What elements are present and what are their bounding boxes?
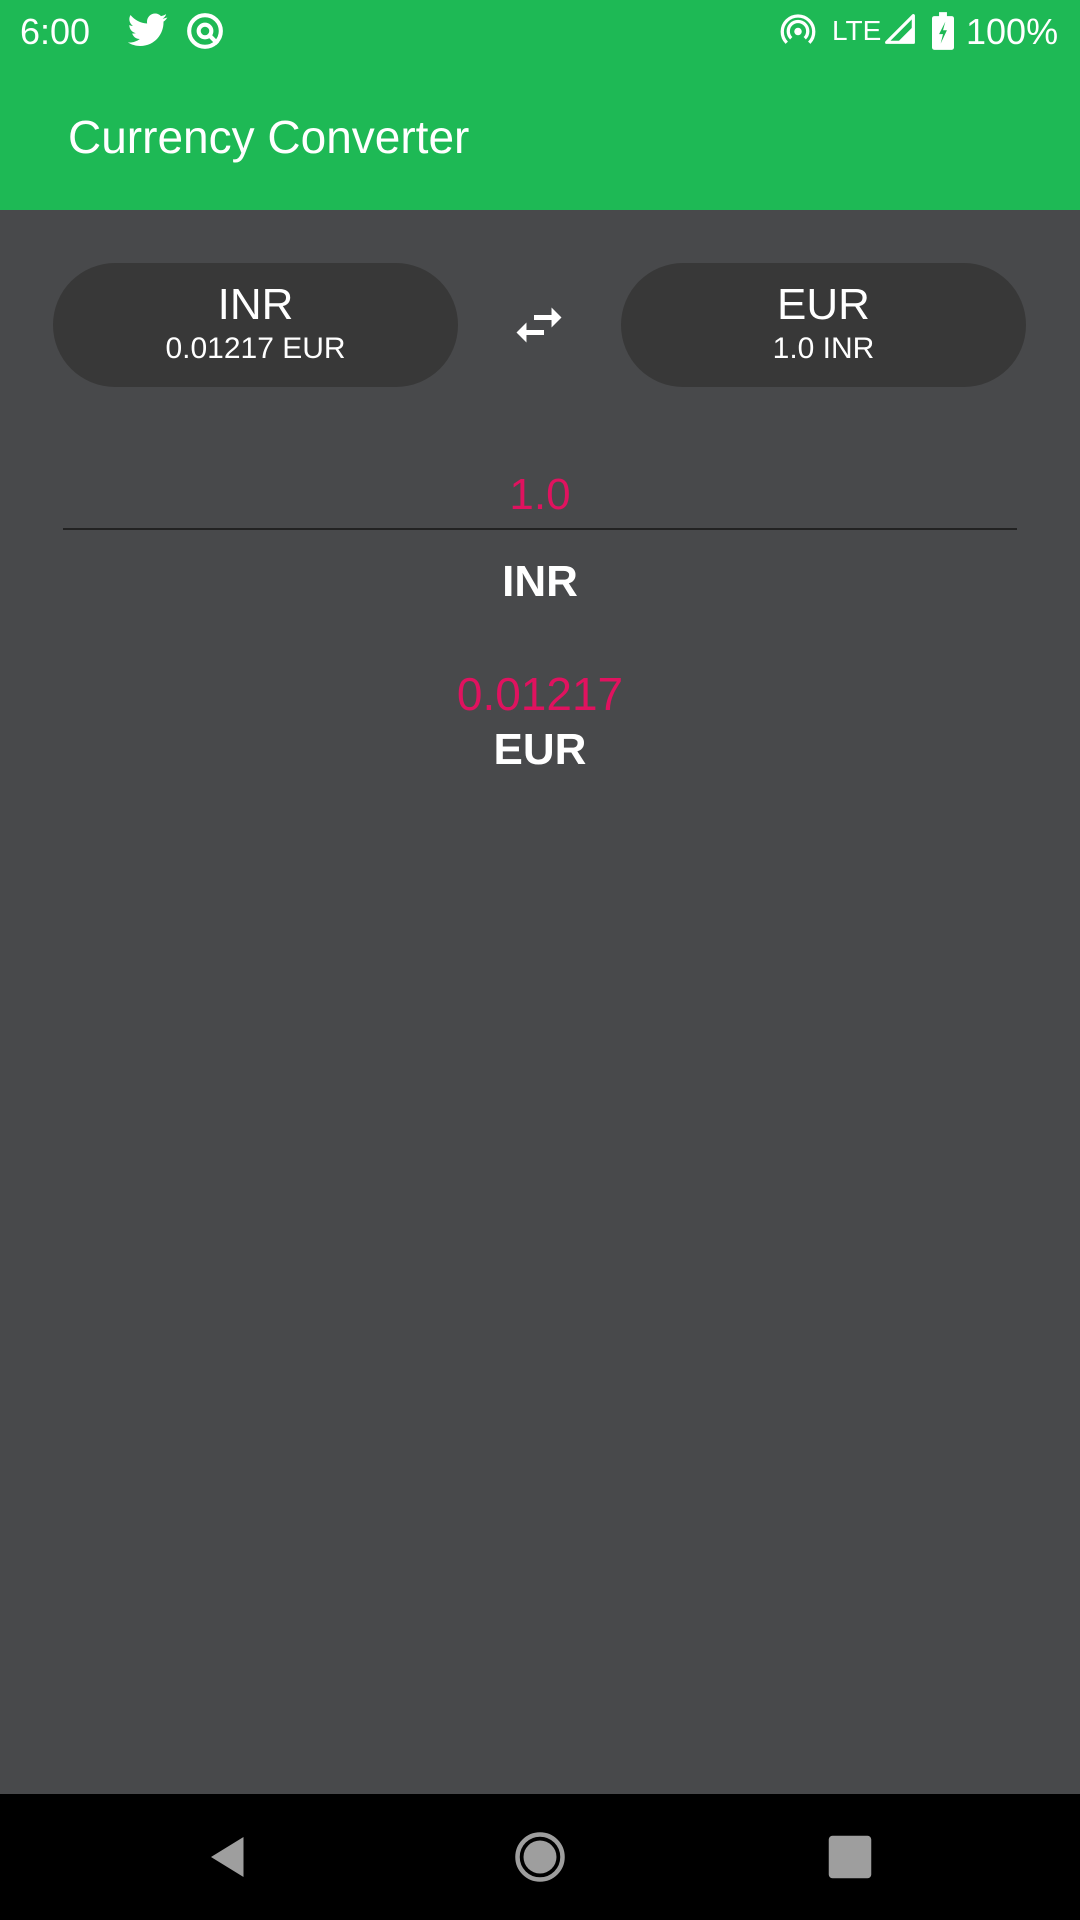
sync-icon [187, 13, 223, 49]
result-currency-label: EUR [493, 725, 587, 774]
from-currency-code: INR [217, 280, 294, 329]
from-currency-rate: 0.01217 EUR [165, 332, 346, 365]
home-button[interactable] [510, 1827, 570, 1887]
converted-value: 0.01217 [456, 668, 624, 720]
status-time: 6:00 [20, 11, 91, 52]
back-icon [211, 1837, 244, 1877]
recents-icon [828, 1835, 872, 1879]
back-button[interactable] [196, 1827, 256, 1887]
to-currency-rate: 1.0 INR [772, 332, 875, 365]
input-currency-label: INR [502, 557, 578, 606]
hotspot-icon [780, 14, 816, 44]
signal-icon [885, 14, 915, 44]
to-currency-button[interactable]: EUR 1.0 INR [621, 263, 1026, 387]
network-type: LTE [832, 15, 882, 46]
app-bar: Currency Converter [0, 63, 1080, 210]
twitter-icon [128, 13, 168, 47]
battery-icon [932, 12, 954, 50]
swap-horizontal-icon [516, 307, 562, 343]
navigation-bar [0, 1794, 1080, 1920]
battery-percentage: 100% [966, 11, 1059, 52]
app-title: Currency Converter [68, 111, 470, 163]
recents-button[interactable] [820, 1827, 880, 1887]
home-icon [515, 1832, 565, 1882]
amount-input[interactable] [63, 462, 1017, 530]
swap-currencies-button[interactable] [508, 295, 570, 355]
from-currency-button[interactable]: INR 0.01217 EUR [53, 263, 458, 387]
status-bar: 6:00 LTE 100% [0, 0, 1080, 63]
to-currency-code: EUR [777, 280, 870, 329]
